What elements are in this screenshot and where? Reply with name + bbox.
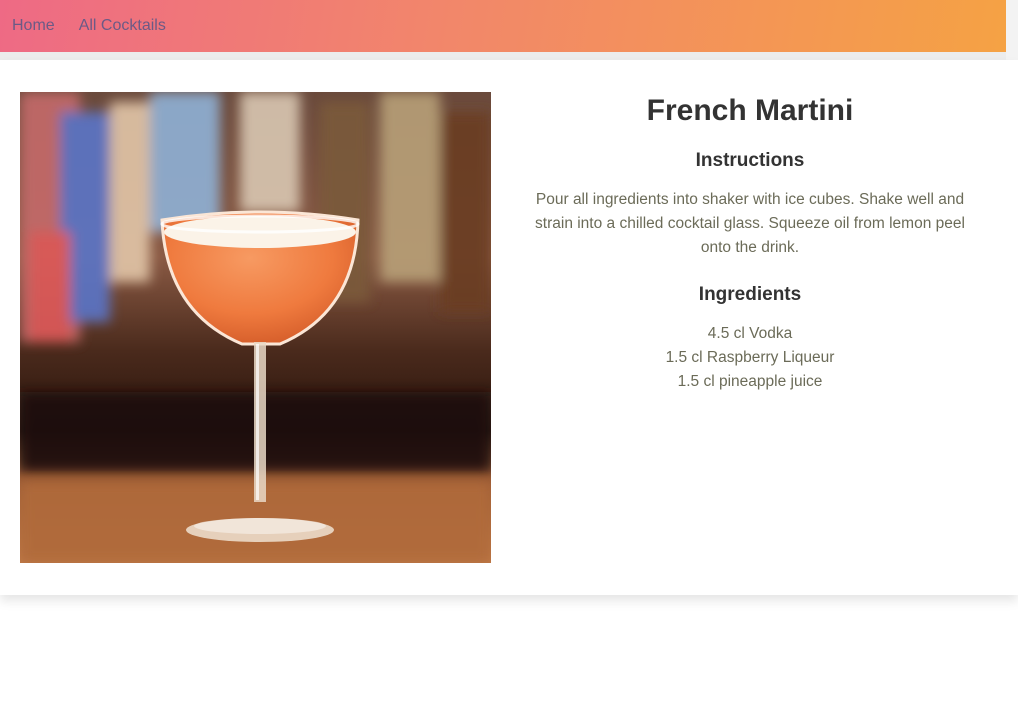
cocktail-photo [20,92,491,563]
nav-all-cocktails-link[interactable]: All Cocktails [79,17,166,35]
cocktail-details: French Martini Instructions Pour all ing… [510,92,990,394]
nav-home-link[interactable]: Home [12,17,55,35]
ingredients-list: 4.5 cl Vodka 1.5 cl Raspberry Liqueur 1.… [510,322,990,394]
ingredient-item: 4.5 cl Vodka [707,325,793,342]
ingredient-item: 1.5 cl pineapple juice [677,373,823,390]
cocktail-title: French Martini [646,94,854,127]
ingredients-heading: Ingredients [698,284,802,305]
navbar-underline [0,52,1006,60]
instructions-heading: Instructions [695,150,805,171]
instructions-text: Pour all ingredients into shaker with ic… [535,191,965,256]
scroll-gutter [1006,0,1018,60]
top-navbar: Home All Cocktails [0,0,1006,52]
cocktail-card: French Martini Instructions Pour all ing… [0,60,1018,595]
ingredient-item: 1.5 cl Raspberry Liqueur [665,349,835,366]
